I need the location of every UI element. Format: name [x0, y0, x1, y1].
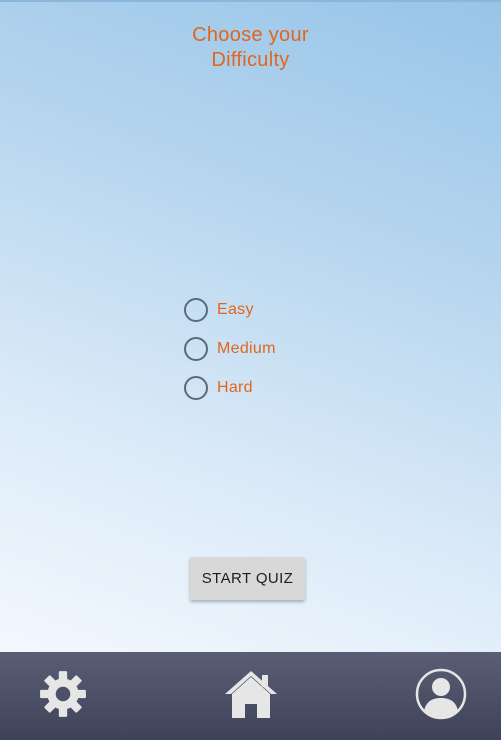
radio-button-hard[interactable]	[184, 376, 208, 400]
page-title: Choose your Difficulty	[0, 23, 501, 73]
radio-label-easy[interactable]: Easy	[217, 301, 254, 319]
title-line-2: Difficulty	[211, 49, 290, 71]
gear-icon[interactable]	[38, 669, 88, 719]
radio-option-medium[interactable]: Medium	[184, 336, 276, 362]
bottom-navigation-bar	[0, 652, 501, 740]
home-icon[interactable]	[222, 668, 280, 720]
home-nav-button[interactable]	[221, 664, 281, 724]
title-line-1: Choose your	[192, 24, 309, 46]
radio-button-medium[interactable]	[184, 337, 208, 361]
profile-icon[interactable]	[414, 667, 468, 721]
radio-label-medium[interactable]: Medium	[217, 340, 276, 358]
difficulty-radio-group: Easy Medium Hard	[184, 297, 276, 414]
settings-nav-button[interactable]	[33, 664, 93, 724]
radio-label-hard[interactable]: Hard	[217, 379, 253, 397]
radio-option-hard[interactable]: Hard	[184, 375, 276, 401]
radio-option-easy[interactable]: Easy	[184, 297, 276, 323]
profile-nav-button[interactable]	[411, 664, 471, 724]
radio-button-easy[interactable]	[184, 298, 208, 322]
quiz-setup-screen: Choose your Difficulty Easy Medium Hard …	[0, 0, 501, 652]
status-edge	[0, 0, 501, 2]
start-quiz-button[interactable]: START QUIZ	[190, 557, 305, 600]
